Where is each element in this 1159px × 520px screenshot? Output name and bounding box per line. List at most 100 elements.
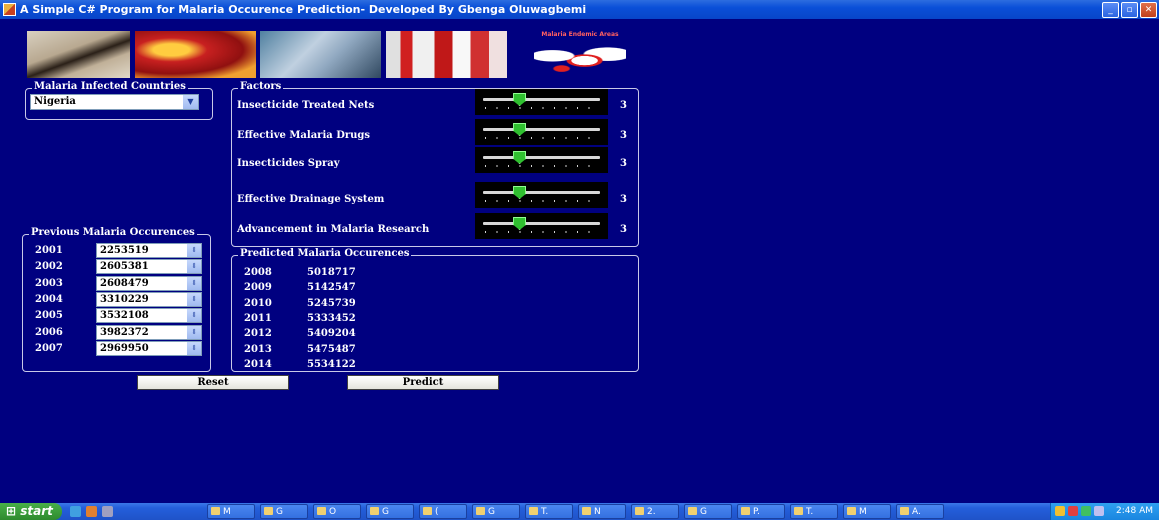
spinner-icon[interactable]: ⇕	[187, 260, 201, 274]
window-icon	[688, 507, 697, 515]
factor-slider[interactable]	[475, 147, 608, 173]
slider-thumb[interactable]	[513, 151, 527, 164]
ie-icon[interactable]	[70, 506, 81, 517]
occurrence-input[interactable]: 2608479 ⇕	[96, 275, 202, 291]
start-button[interactable]: ⊞ start	[0, 503, 62, 520]
slider-ticks	[485, 107, 598, 109]
spinner-icon[interactable]: ⇕	[187, 325, 201, 339]
map-title: Malaria Endemic Areas	[541, 31, 619, 38]
spinner-icon[interactable]: ⇕	[187, 292, 201, 306]
media-icon[interactable]	[102, 506, 113, 517]
year-label: 2003	[35, 277, 63, 289]
taskbar-button[interactable]: M	[843, 504, 891, 519]
factor-slider[interactable]	[475, 213, 608, 239]
spinner-icon[interactable]: ⇕	[187, 309, 201, 323]
network-icon[interactable]	[1055, 506, 1065, 516]
slider-thumb[interactable]	[513, 217, 527, 230]
minimize-button[interactable]: _	[1102, 2, 1119, 18]
predicted-year: 2011	[244, 312, 272, 324]
taskbar-button[interactable]: O	[313, 504, 361, 519]
factor-value: 3	[620, 158, 627, 169]
country-select[interactable]: Nigeria ▼	[30, 94, 199, 110]
world-map-icon	[534, 43, 626, 75]
predicted-value: 5018717	[307, 267, 356, 278]
window-title: A Simple C# Program for Malaria Occurenc…	[20, 3, 587, 16]
window-icon	[264, 507, 273, 515]
mosquito-image	[27, 31, 130, 78]
previous-legend: Previous Malaria Occurences	[29, 227, 197, 238]
occurrence-value: 2608479	[100, 277, 149, 289]
factor-slider[interactable]	[475, 182, 608, 208]
title-bar[interactable]: A Simple C# Program for Malaria Occurenc…	[0, 0, 1159, 19]
spinner-icon[interactable]: ⇕	[187, 244, 201, 257]
factor-value: 3	[620, 100, 627, 111]
system-tray: 2:48 AM	[1050, 503, 1159, 520]
factor-slider[interactable]	[475, 119, 608, 145]
reset-button[interactable]: Reset	[137, 375, 289, 390]
window-icon	[211, 507, 220, 515]
close-button[interactable]: ✕	[1140, 2, 1157, 18]
slider-ticks	[485, 231, 598, 233]
window-icon	[370, 507, 379, 515]
security-icon[interactable]	[1068, 506, 1078, 516]
chevron-down-icon[interactable]: ▼	[183, 95, 198, 109]
window-icon	[900, 507, 909, 515]
occurrence-input[interactable]: 2969950 ⇕	[96, 340, 202, 356]
predicted-year: 2013	[244, 343, 272, 355]
predicted-year: 2009	[244, 282, 272, 294]
window-icon	[423, 507, 432, 515]
firefox-icon[interactable]	[86, 506, 97, 517]
taskbar-button-label: N	[594, 507, 601, 517]
occurrence-input[interactable]: 3982372 ⇕	[96, 324, 202, 340]
maximize-button[interactable]: ▫	[1121, 2, 1138, 18]
taskbar-button-label: P.	[753, 507, 760, 517]
taskbar-button[interactable]: A.	[896, 504, 944, 519]
taskbar-button[interactable]: P.	[737, 504, 785, 519]
predict-button[interactable]: Predict	[347, 375, 499, 390]
slider-track	[483, 98, 600, 101]
taskbar-button-label: G	[488, 507, 495, 517]
taskbar-button-label: G	[382, 507, 389, 517]
app-icon	[3, 3, 16, 16]
predicted-value: 5245739	[307, 297, 356, 309]
occurrence-input[interactable]: 3310229 ⇕	[96, 291, 202, 307]
occurrence-value: 2253519	[100, 245, 149, 256]
slider-thumb[interactable]	[513, 93, 527, 106]
window-icon	[476, 507, 485, 515]
predicted-year: 2008	[244, 267, 272, 278]
factor-label: Advancement in Malaria Research	[237, 224, 430, 235]
window-icon	[529, 507, 538, 515]
drugs-image	[386, 31, 507, 78]
volume-icon[interactable]	[1081, 506, 1091, 516]
spinner-icon[interactable]: ⇕	[187, 341, 201, 355]
country-select-value: Nigeria	[34, 96, 76, 107]
taskbar-button[interactable]: T.	[790, 504, 838, 519]
taskbar-button[interactable]: N	[578, 504, 626, 519]
taskbar-button[interactable]: G	[366, 504, 414, 519]
updates-icon[interactable]	[1094, 506, 1104, 516]
taskbar-button[interactable]: (	[419, 504, 467, 519]
taskbar-button[interactable]: T.	[525, 504, 573, 519]
taskbar-button[interactable]: G	[260, 504, 308, 519]
slider-thumb[interactable]	[513, 186, 527, 199]
taskbar-button[interactable]: G	[684, 504, 732, 519]
taskbar-button-label: T.	[806, 507, 814, 517]
occurrence-input[interactable]: 3532108 ⇕	[96, 308, 202, 324]
taskbar-button-label: A.	[912, 507, 921, 517]
predicted-value: 5475487	[307, 343, 356, 355]
spinner-icon[interactable]: ⇕	[187, 276, 201, 290]
taskbar-button-label: M	[223, 507, 231, 517]
occurrence-input[interactable]: 2605381 ⇕	[96, 259, 202, 275]
taskbar-button[interactable]: 2.	[631, 504, 679, 519]
taskbar-button[interactable]: M	[207, 504, 255, 519]
taskbar-button-label: O	[329, 507, 337, 517]
occurrence-input[interactable]: 2253519 ⇕	[96, 243, 202, 258]
slider-thumb[interactable]	[513, 123, 527, 136]
endemic-map-image: Malaria Endemic Areas	[520, 31, 640, 78]
taskbar-button-label: T.	[541, 507, 549, 517]
slider-ticks	[485, 137, 598, 139]
taskbar-button-label: 2.	[647, 507, 656, 517]
factor-label: Effective Drainage System	[237, 194, 385, 205]
taskbar-button[interactable]: G	[472, 504, 520, 519]
factor-slider[interactable]	[475, 89, 608, 115]
